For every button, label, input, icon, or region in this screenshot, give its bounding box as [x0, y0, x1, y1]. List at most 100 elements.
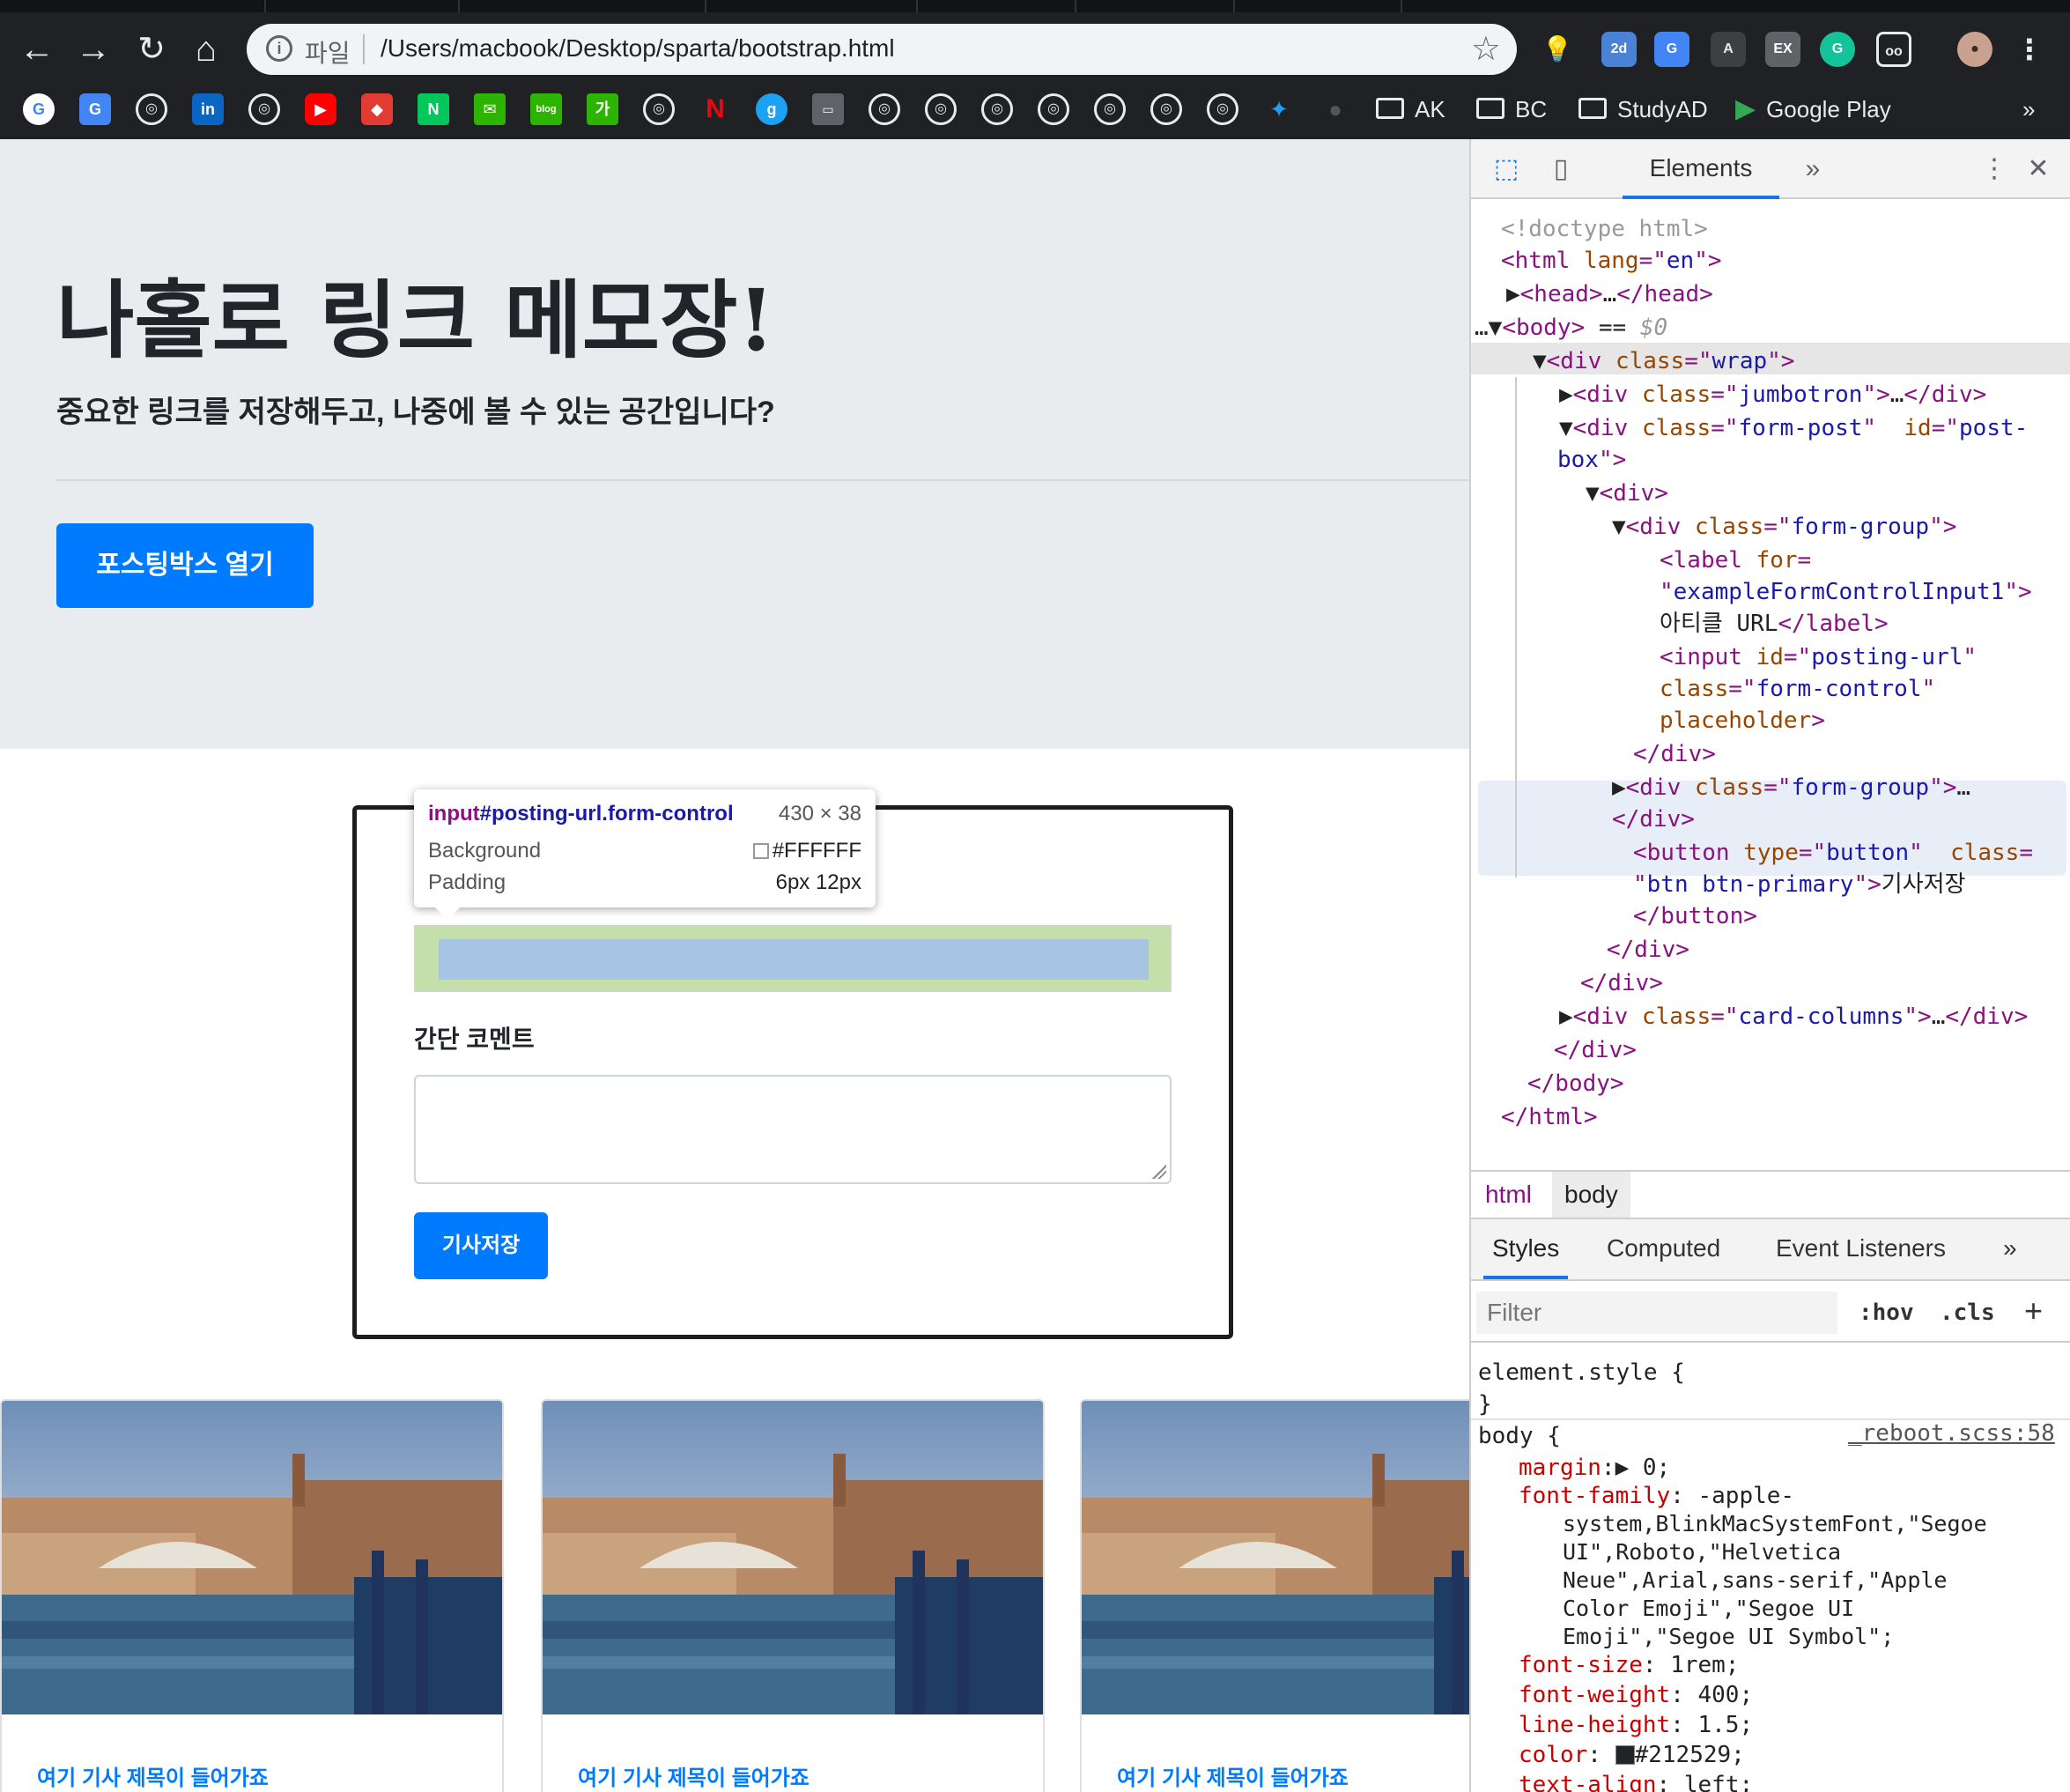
css-declaration[interactable]: text-align: left; — [1519, 1769, 1753, 1792]
dom-node[interactable]: ▼<div> — [1586, 478, 1668, 509]
dom-node[interactable]: ▼<div class="form-group"> — [1612, 511, 1956, 543]
twitter-icon[interactable]: ✦ — [1263, 93, 1295, 125]
linkedin-icon[interactable]: in — [192, 93, 224, 125]
dom-node[interactable]: <label for= — [1660, 544, 1811, 576]
browser-tab[interactable] — [1233, 0, 1401, 12]
dom-node[interactable]: </div> — [1633, 738, 1716, 770]
dom-node[interactable]: ▶<div class="jumbotron">…</div> — [1559, 379, 1986, 411]
dom-node[interactable]: ▼<div class="wrap"> — [1533, 345, 1794, 377]
body-rule-selector[interactable]: body { — [1478, 1420, 1561, 1452]
dom-node[interactable]: ▶<head>…</head> — [1506, 278, 1713, 310]
globe-icon[interactable]: ◎ — [1038, 93, 1069, 125]
grammarly-icon[interactable]: G — [1820, 32, 1855, 67]
browser-tab[interactable] — [1075, 0, 1242, 12]
avatar[interactable]: ● — [1957, 32, 1992, 67]
globe-icon[interactable]: ◎ — [1094, 93, 1126, 125]
dom-node[interactable]: ▼<div class="form-post" id="post- — [1559, 412, 2028, 444]
save-article-button[interactable]: 기사저장 — [414, 1212, 548, 1279]
glasses-icon[interactable]: oo — [1876, 32, 1911, 67]
dom-node-input[interactable]: <input id="posting-url" — [1660, 641, 1977, 673]
calendar-2d-icon[interactable]: 2d — [1601, 32, 1637, 67]
google-bookmark-icon[interactable]: G — [23, 93, 55, 125]
color-swatch[interactable] — [1615, 1745, 1635, 1765]
css-declaration[interactable]: margin:▶ 0; — [1519, 1452, 1670, 1484]
dom-node[interactable]: ▶<div class="form-group">… — [1612, 772, 1970, 803]
github-icon[interactable]: ● — [1320, 93, 1351, 125]
more-tabs-button[interactable]: » — [1795, 152, 1830, 187]
font-icon[interactable]: A — [1711, 32, 1746, 67]
more-subtabs-button[interactable]: » — [2003, 1219, 2017, 1279]
dom-node[interactable]: </html> — [1501, 1101, 1598, 1133]
more-bookmarks-button[interactable]: » — [2022, 92, 2035, 127]
globe-icon[interactable]: ◎ — [925, 93, 957, 125]
globe-icon[interactable]: ◎ — [248, 93, 280, 125]
url-text[interactable]: /Users/macbook/Desktop/sparta/bootstrap.… — [381, 34, 895, 63]
card-title[interactable]: 여기 기사 제목이 들어가죠 — [37, 1760, 269, 1791]
dom-node[interactable]: <!doctype html> — [1501, 213, 1708, 245]
device-toolbar-icon[interactable]: ▯ — [1543, 152, 1578, 187]
comment-textarea[interactable] — [414, 1075, 1172, 1184]
dom-node[interactable]: </div> — [1554, 1034, 1637, 1066]
naver-mail-icon[interactable]: ✉ — [474, 93, 506, 125]
dom-node-body[interactable]: …▼<body> == $0 — [1475, 312, 1667, 344]
browser-tab[interactable] — [916, 0, 1083, 12]
bookmark-google-play[interactable]: ▶ Google Play — [1735, 92, 1891, 127]
youtube-icon[interactable]: ▶ — [305, 93, 336, 125]
info-icon[interactable]: i — [266, 35, 292, 62]
bookmark-star-icon[interactable]: ☆ — [1471, 29, 1501, 69]
card-title[interactable]: 여기 기사 제목이 들어가죠 — [578, 1760, 810, 1791]
globe-icon[interactable]: ◎ — [1150, 93, 1182, 125]
dictionary-icon[interactable]: 가 — [587, 93, 618, 125]
dom-node[interactable]: </div> — [1580, 967, 1663, 999]
browser-tab[interactable] — [1401, 0, 1568, 12]
browser-tab[interactable] — [458, 0, 625, 12]
browser-tab[interactable] — [705, 0, 872, 12]
breadcrumb-body[interactable]: body — [1552, 1172, 1630, 1218]
source-link[interactable]: _reboot.scss:58 — [1848, 1420, 2055, 1447]
breadcrumb-html[interactable]: html — [1473, 1172, 1544, 1218]
tab-event-listeners[interactable]: Event Listeners — [1776, 1219, 1946, 1279]
dom-node[interactable]: ▶<div class="card-columns">…</div> — [1559, 1001, 2028, 1033]
home-icon[interactable]: ⌂ — [181, 25, 231, 74]
g-circle-icon[interactable]: g — [756, 93, 787, 125]
cls-toggle[interactable]: .cls — [1940, 1292, 1995, 1334]
element-style-rule[interactable]: element.style { — [1478, 1357, 1685, 1388]
naver-icon[interactable]: N — [418, 93, 449, 125]
tab-styles[interactable]: Styles — [1483, 1219, 1569, 1279]
bookmark-folder-ak[interactable]: AK — [1376, 92, 1445, 127]
browser-tab[interactable] — [264, 0, 432, 12]
dom-node[interactable]: </div> — [1607, 934, 1689, 966]
css-declaration[interactable]: font-weight: 400; — [1519, 1679, 1753, 1711]
lightbulb-icon[interactable]: 💡 — [1540, 32, 1575, 67]
blog-icon[interactable]: blog — [530, 93, 562, 125]
css-declaration[interactable]: font-family: -apple- — [1519, 1480, 1794, 1512]
kebab-menu-icon[interactable]: ⋮ — [2012, 32, 2047, 67]
posting-url-input[interactable] — [414, 925, 1172, 992]
tab-computed[interactable]: Computed — [1607, 1219, 1720, 1279]
red-cube-icon[interactable]: ◆ — [361, 93, 393, 125]
globe-icon[interactable]: ◎ — [643, 93, 675, 125]
netflix-icon[interactable]: N — [699, 93, 731, 125]
open-posting-box-button[interactable]: 포스팅박스 열기 — [56, 523, 314, 608]
ex-icon[interactable]: EX — [1765, 32, 1800, 67]
google-translate-icon[interactable]: G — [1654, 32, 1689, 67]
window-icon[interactable]: ▭ — [812, 93, 844, 125]
dom-node[interactable]: </body> — [1527, 1068, 1624, 1100]
article-card[interactable]: 여기 기사 제목이 들어가죠 — [541, 1399, 1045, 1792]
card-title[interactable]: 여기 기사 제목이 들어가죠 — [1117, 1760, 1349, 1791]
forward-icon[interactable]: → — [69, 25, 118, 74]
css-declaration[interactable]: color: #212529; — [1519, 1739, 1745, 1771]
dom-node[interactable]: <button type="button" class= — [1633, 837, 2033, 869]
globe-icon[interactable]: ◎ — [981, 93, 1013, 125]
filter-input[interactable]: Filter — [1476, 1292, 1837, 1334]
globe-icon[interactable]: ◎ — [869, 93, 900, 125]
bookmark-folder-bc[interactable]: BC — [1476, 92, 1547, 127]
globe-icon[interactable]: ◎ — [1207, 93, 1238, 125]
article-card[interactable]: 여기 기사 제목이 들어가죠 — [1080, 1399, 1469, 1792]
new-rule-button[interactable]: + — [2024, 1290, 2043, 1332]
close-icon[interactable]: ✕ — [2021, 152, 2056, 187]
back-icon[interactable]: ← — [12, 25, 62, 74]
globe-icon[interactable]: ◎ — [136, 93, 167, 125]
dom-node[interactable]: <html lang="en"> — [1501, 245, 1722, 277]
hov-toggle[interactable]: :hov — [1859, 1292, 1914, 1334]
